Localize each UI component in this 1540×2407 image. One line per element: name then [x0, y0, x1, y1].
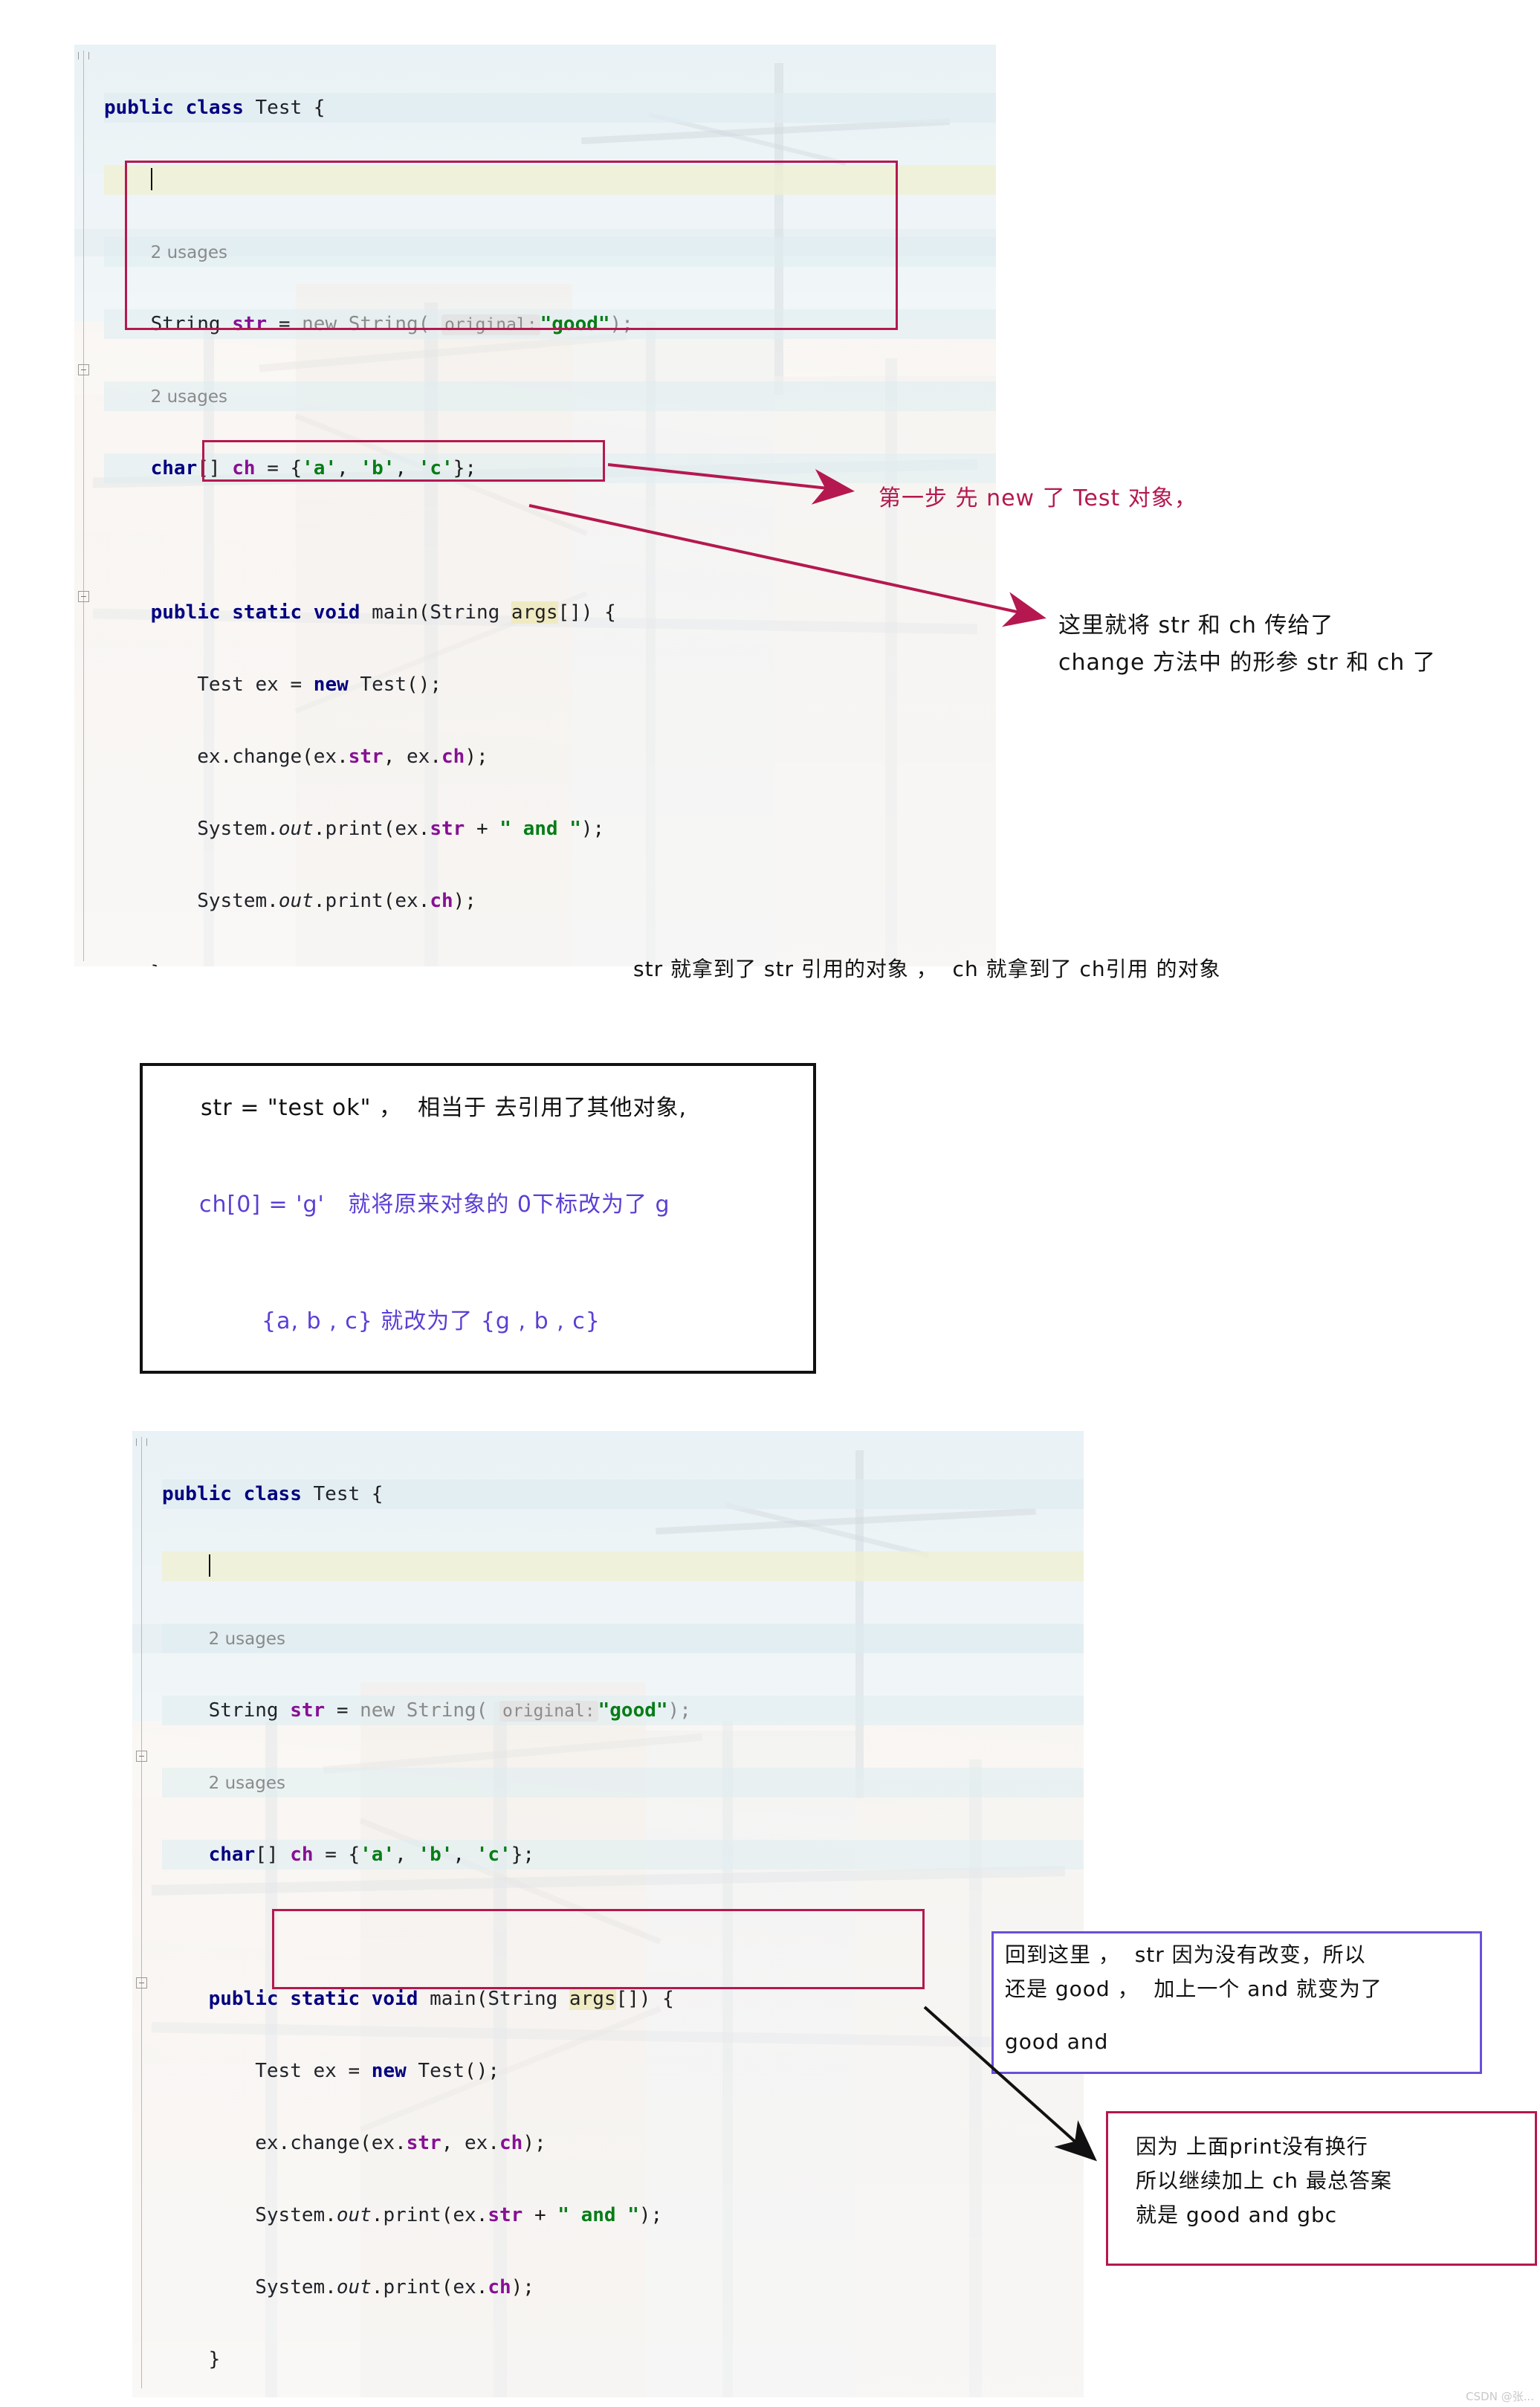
code-editor-top[interactable]: public class Test { 2 usages String str … — [74, 45, 996, 966]
param-hint-original: original: — [441, 314, 540, 335]
code-line-blank[interactable] — [162, 1912, 1084, 1942]
usage-hint[interactable]: 2 usages — [209, 1629, 285, 1649]
explain-line-3: {a, b , c} 就改为了 {g , b , c} — [262, 1308, 601, 1334]
code-line-usage[interactable]: 2 usages — [162, 1768, 1084, 1797]
code-line[interactable]: System.out.print(ex.str + " and "); — [104, 814, 996, 844]
code-line-usage[interactable]: 2 usages — [162, 1623, 1084, 1653]
annotation-back-line1: 回到这里 ， str 因为没有改变，所以 — [1005, 1942, 1366, 1967]
annotation-pass-args-line1: 这里就将 str 和 ch 传给了 — [1058, 613, 1334, 639]
annotation-back-line3: good and — [1005, 2029, 1109, 2054]
annotation-final-line2: 所以继续加上 ch 最总答案 — [1136, 2168, 1392, 2193]
annotation-pass-args-line2: change 方法中 的形参 str 和 ch 了 — [1058, 650, 1436, 676]
code-content-bottom[interactable]: public class Test { 2 usages String str … — [132, 1431, 1084, 2397]
annotation-final-line1: 因为 上面print没有换行 — [1136, 2134, 1368, 2159]
annotation-final-line3: 就是 good and gbc — [1136, 2203, 1338, 2227]
text-caret — [150, 168, 152, 190]
code-line[interactable]: String str = new String( original: "good"… — [162, 1696, 1084, 1725]
usage-hint[interactable]: 2 usages — [209, 1774, 285, 1793]
code-line[interactable]: public static void main(String args[]) { — [162, 1984, 1084, 2014]
code-line-caret[interactable] — [162, 1551, 1084, 1581]
text-caret — [208, 1554, 210, 1577]
code-line[interactable]: System.out.print(ex.str + " and "); — [162, 2200, 1084, 2230]
usage-hint[interactable]: 2 usages — [151, 387, 227, 407]
code-line[interactable]: char[] ch = {'a', 'b', 'c'}; — [162, 1840, 1084, 1870]
code-line[interactable]: String str = new String( original: "good"… — [104, 309, 996, 339]
code-line-blank[interactable] — [104, 526, 996, 555]
usage-hint[interactable]: 2 usages — [151, 243, 227, 262]
code-line[interactable]: System.out.print(ex.ch); — [162, 2272, 1084, 2302]
code-line[interactable]: char[] ch = {'a', 'b', 'c'}; — [104, 453, 996, 483]
annotation-got-objects: str 就拿到了 str 引用的对象 ， ch 就拿到了 ch引用 的对象 — [633, 957, 1221, 981]
code-line[interactable]: Test ex = new Test(); — [162, 2056, 1084, 2086]
param-hint-original: original: — [499, 1701, 598, 1722]
code-line-usage[interactable]: 2 usages — [104, 237, 996, 267]
watermark: CSDN @张... — [1466, 2390, 1534, 2403]
code-content-top[interactable]: public class Test { 2 usages String str … — [74, 45, 996, 966]
explain-line-1: str = "test ok" ， 相当于 去引用了其他对象, — [201, 1095, 688, 1121]
code-line[interactable]: System.out.print(ex.ch); — [104, 886, 996, 916]
annotation-back-line2: 还是 good ， 加上一个 and 就变为了 — [1005, 1977, 1382, 2001]
code-line[interactable]: public class Test { — [162, 1479, 1084, 1509]
code-line[interactable]: public class Test { — [104, 93, 996, 123]
code-line[interactable]: public static void main(String args[]) { — [104, 598, 996, 627]
code-line[interactable]: } — [162, 2345, 1084, 2374]
code-line[interactable]: ex.change(ex.str, ex.ch); — [162, 2128, 1084, 2158]
code-line-usage[interactable]: 2 usages — [104, 381, 996, 411]
code-line-caret[interactable] — [104, 165, 996, 195]
annotation-step1: 第一步 先 new 了 Test 对象， — [879, 485, 1197, 511]
explain-line-2: ch[0] = 'g' 就将原来对象的 0下标改为了 g — [199, 1192, 670, 1218]
code-line[interactable]: Test ex = new Test(); — [104, 670, 996, 700]
code-editor-bottom[interactable]: public class Test { 2 usages String str … — [132, 1431, 1084, 2397]
code-line[interactable]: ex.change(ex.str, ex.ch); — [104, 742, 996, 772]
